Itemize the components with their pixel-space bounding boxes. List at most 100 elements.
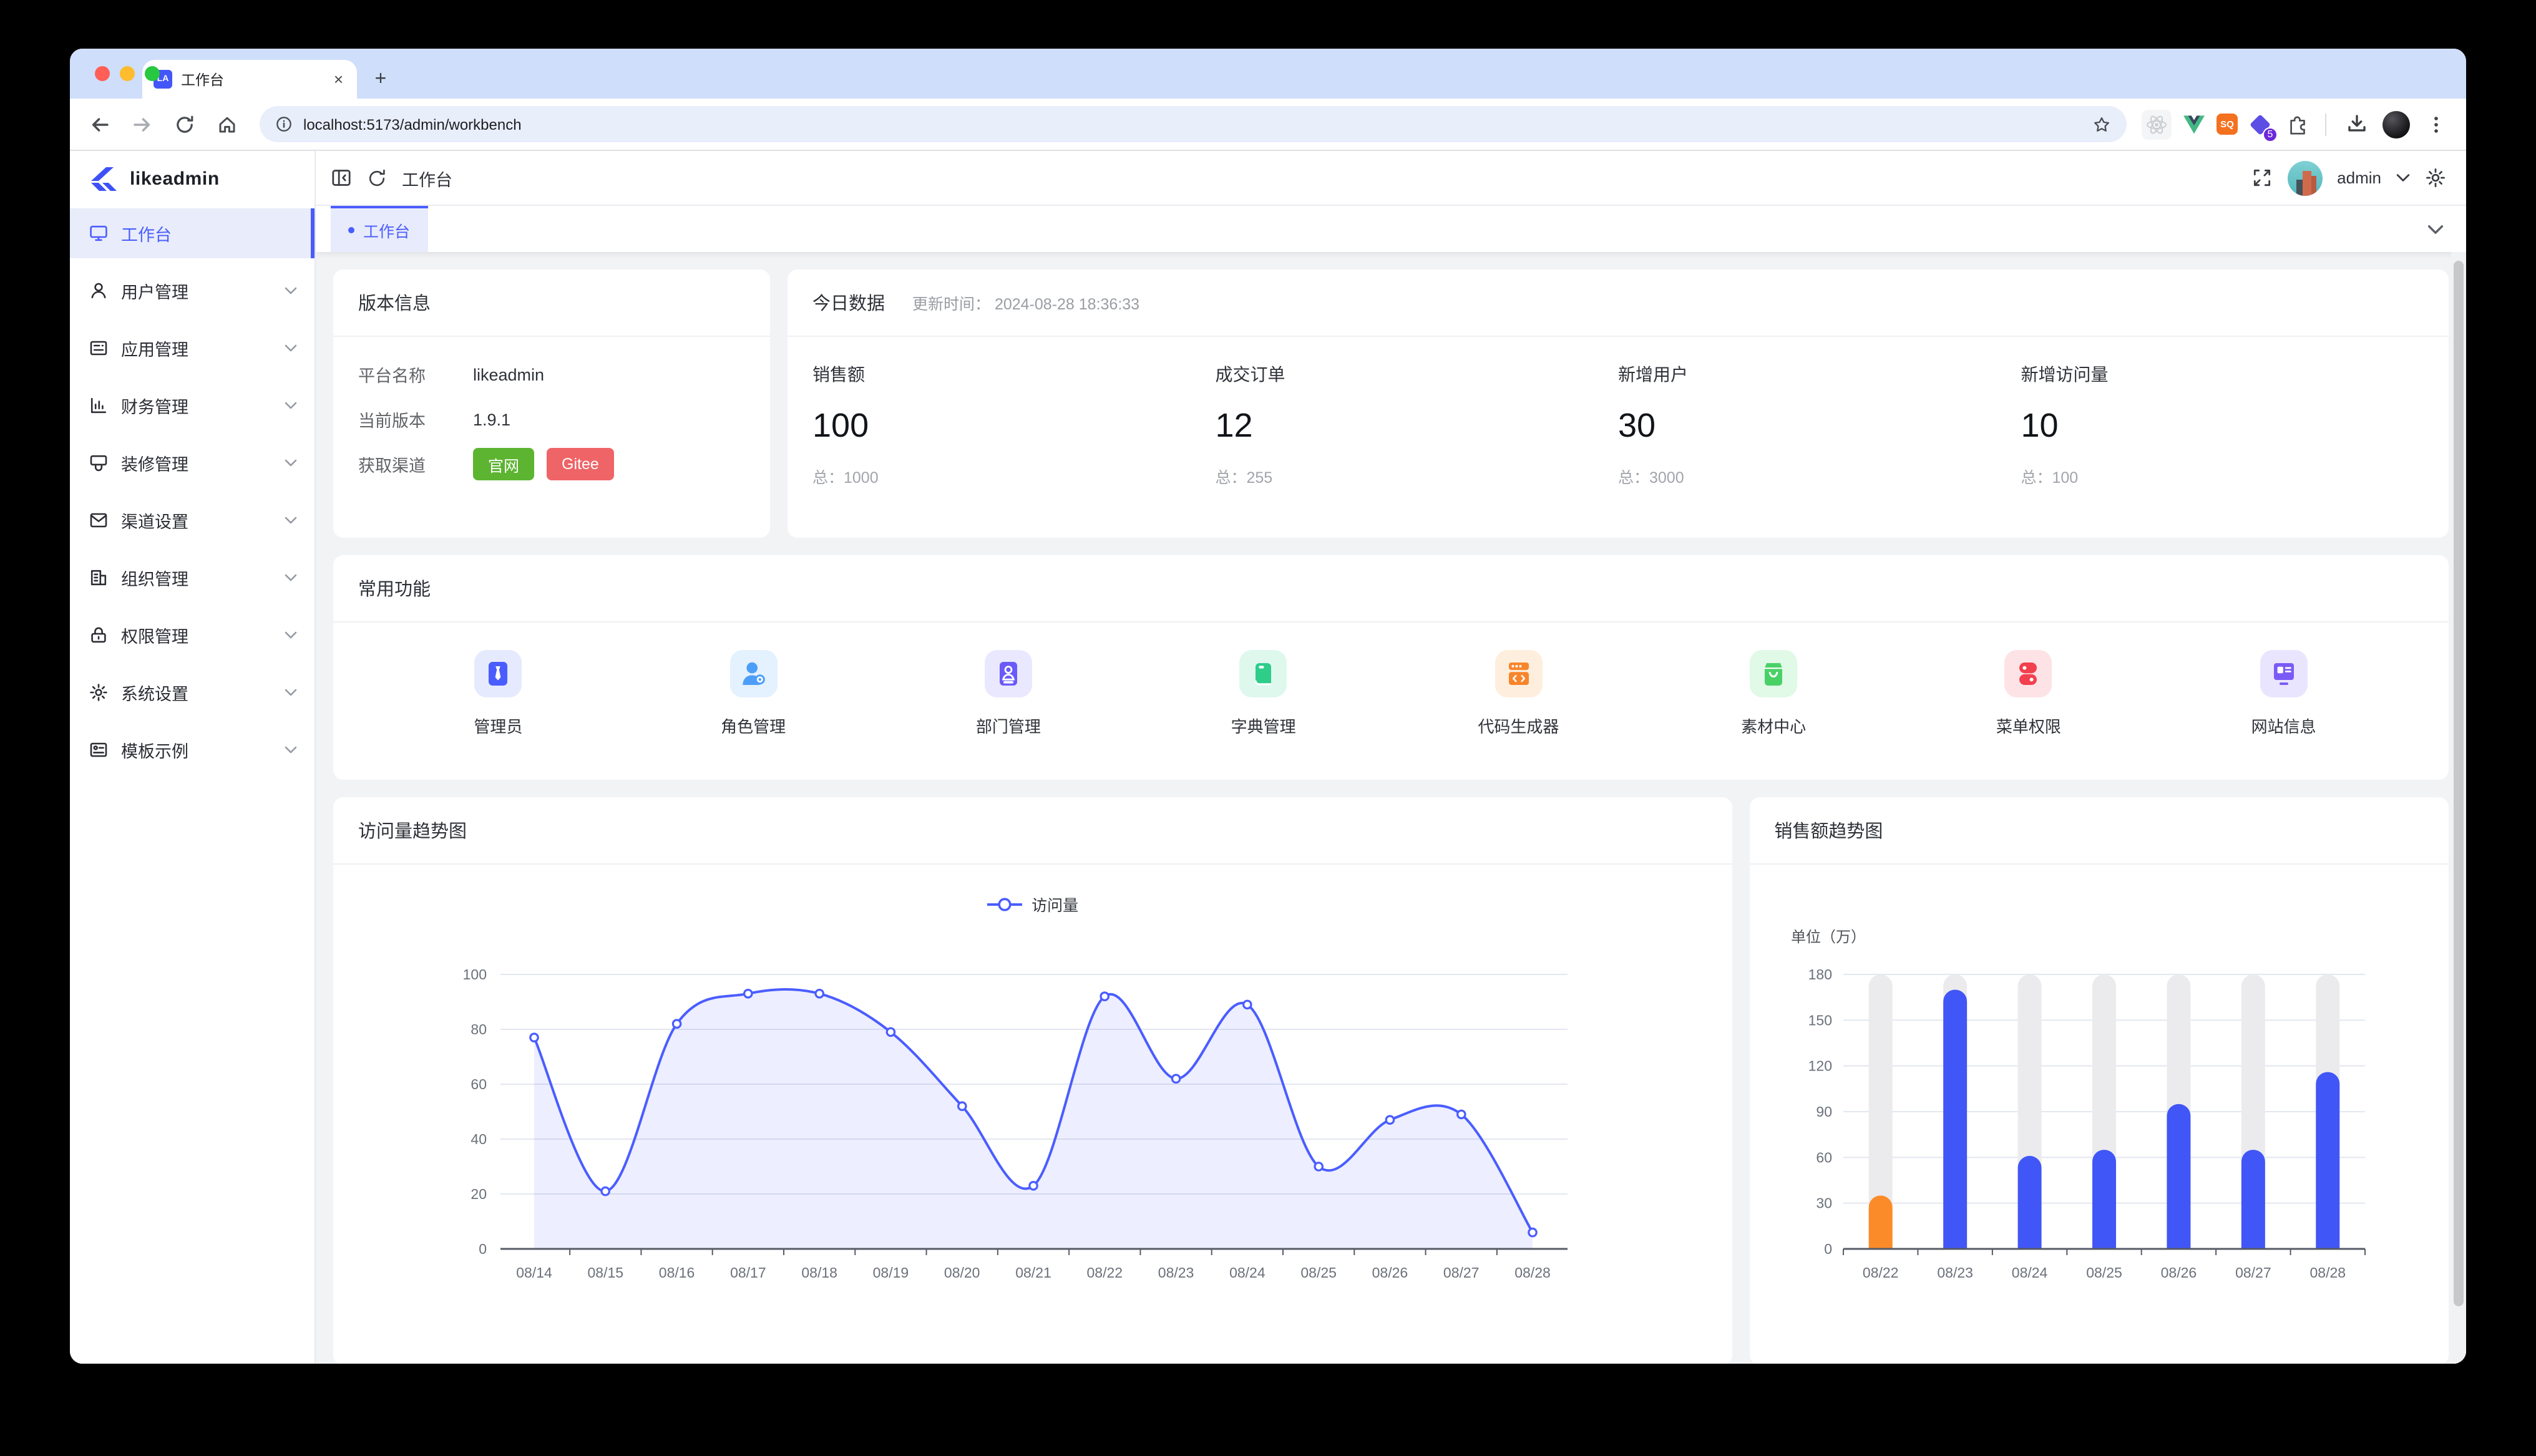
version-row-label: 当前版本 xyxy=(358,407,473,432)
svg-text:08/22: 08/22 xyxy=(1862,1264,1898,1281)
quick-item-部门管理[interactable]: 部门管理 xyxy=(881,650,1136,737)
page-scrollbar[interactable] xyxy=(2451,252,2466,1364)
svg-text:08/18: 08/18 xyxy=(801,1264,837,1281)
finance-chart-icon xyxy=(89,396,109,415)
quick-item-字典管理[interactable]: 字典管理 xyxy=(1136,650,1391,737)
brand-logo-row[interactable]: likeadmin xyxy=(70,151,315,206)
sidebar-item-工作台[interactable]: 工作台 xyxy=(70,208,315,258)
zoom-window-button[interactable] xyxy=(145,66,160,81)
sales-trend-card: 销售额趋势图 单位（万）030609012015018008/2208/2308… xyxy=(1749,797,2449,1364)
material-bag-icon xyxy=(1750,650,1797,697)
app-window-icon xyxy=(89,338,109,358)
sidebar: likeadmin 工作台用户管理应用管理财务管理装修管理渠道设置组织管理权限管… xyxy=(70,151,316,1364)
diamond-extension-icon[interactable]: 5 xyxy=(2245,109,2275,139)
quick-item-网站信息[interactable]: 网站信息 xyxy=(2156,650,2411,737)
profile-avatar[interactable] xyxy=(2381,109,2411,139)
minimize-window-button[interactable] xyxy=(120,66,135,81)
sq-extension-icon[interactable]: SQ xyxy=(2217,114,2238,135)
sidebar-item-label: 权限管理 xyxy=(121,623,285,648)
legend-marker-icon xyxy=(987,896,1022,911)
user-chevron-down-icon[interactable] xyxy=(2396,173,2410,182)
svg-text:08/26: 08/26 xyxy=(1372,1264,1408,1281)
tab-close-icon[interactable]: × xyxy=(331,71,346,87)
sidebar-item-模板示例[interactable]: 模板示例 xyxy=(70,725,315,775)
collapse-sidebar-icon[interactable] xyxy=(331,167,352,188)
svg-text:08/25: 08/25 xyxy=(2086,1264,2122,1281)
fullscreen-icon[interactable] xyxy=(2251,167,2272,188)
quick-item-角色管理[interactable]: 角色管理 xyxy=(626,650,881,737)
forward-icon[interactable] xyxy=(125,107,160,142)
quick-item-label: 网站信息 xyxy=(2251,714,2316,737)
vue-devtools-extension-icon[interactable] xyxy=(2179,109,2209,139)
tab-workbench[interactable]: 工作台 xyxy=(331,206,427,252)
react-devtools-extension-icon[interactable] xyxy=(2142,109,2172,139)
version-channel-row: 获取渠道官网 Gitee xyxy=(333,442,770,487)
user-icon xyxy=(89,281,109,301)
address-bar[interactable]: localhost:5173/admin/workbench xyxy=(260,106,2127,142)
sidebar-item-label: 应用管理 xyxy=(121,336,285,361)
username[interactable]: admin xyxy=(2337,168,2381,187)
quick-item-素材中心[interactable]: 素材中心 xyxy=(1646,650,1901,737)
site-info-icon[interactable] xyxy=(275,115,293,133)
sidebar-item-财务管理[interactable]: 财务管理 xyxy=(70,381,315,430)
role-user-icon xyxy=(729,650,777,697)
stat-label: 成交订单 xyxy=(1216,362,1619,387)
downloads-icon[interactable] xyxy=(2339,107,2374,142)
refresh-page-icon[interactable] xyxy=(367,168,387,188)
screen: LA 工作台 × + localhos xyxy=(0,0,2536,1456)
sidebar-item-系统设置[interactable]: 系统设置 xyxy=(70,667,315,717)
url-text[interactable]: localhost:5173/admin/workbench xyxy=(303,115,2092,133)
browser-menu-kebab-icon[interactable] xyxy=(2419,107,2454,142)
new-tab-button[interactable]: + xyxy=(364,64,397,96)
admin-app: likeadmin 工作台用户管理应用管理财务管理装修管理渠道设置组织管理权限管… xyxy=(70,151,2466,1364)
bookmark-star-icon[interactable] xyxy=(2092,114,2112,134)
sidebar-item-装修管理[interactable]: 装修管理 xyxy=(70,438,315,488)
scrollbar-thumb[interactable] xyxy=(2454,261,2464,1306)
version-row: 平台名称likeadmin xyxy=(333,352,770,397)
version-row-label: 获取渠道 xyxy=(358,452,473,477)
quick-item-菜单权限[interactable]: 菜单权限 xyxy=(1901,650,2157,737)
chevron-down-icon xyxy=(285,402,297,409)
sidebar-item-权限管理[interactable]: 权限管理 xyxy=(70,610,315,660)
quick-item-代码生成器[interactable]: 代码生成器 xyxy=(1391,650,1646,737)
quick-item-管理员[interactable]: 管理员 xyxy=(371,650,626,737)
sidebar-item-label: 模板示例 xyxy=(121,737,285,762)
user-avatar[interactable] xyxy=(2287,160,2322,195)
brand-name: likeadmin xyxy=(130,168,220,189)
profile-avatar-image xyxy=(2382,110,2410,138)
sidebar-item-label: 渠道设置 xyxy=(121,508,285,533)
extensions-puzzle-icon[interactable] xyxy=(2283,109,2313,139)
extension-badge: 5 xyxy=(2263,127,2278,142)
department-card-icon xyxy=(985,650,1032,697)
page-tabs-bar: 工作台 xyxy=(316,206,2466,252)
tab-title: 工作台 xyxy=(181,69,331,89)
svg-text:08/22: 08/22 xyxy=(1087,1264,1123,1281)
app-header: 工作台 admin xyxy=(316,151,2466,206)
sidebar-item-应用管理[interactable]: 应用管理 xyxy=(70,323,315,373)
dict-book-icon xyxy=(1240,650,1287,697)
quick-item-label: 角色管理 xyxy=(721,714,786,737)
reload-icon[interactable] xyxy=(167,107,202,142)
sidebar-menu: 工作台用户管理应用管理财务管理装修管理渠道设置组织管理权限管理系统设置模板示例 xyxy=(70,206,315,782)
close-window-button[interactable] xyxy=(95,66,110,81)
version-info-card: 版本信息 平台名称likeadmin当前版本1.9.1获取渠道官网Gitee xyxy=(333,269,770,538)
svg-text:08/24: 08/24 xyxy=(2011,1264,2047,1281)
stat-value: 30 xyxy=(1618,407,2021,445)
sidebar-item-label: 装修管理 xyxy=(121,450,285,475)
back-icon[interactable] xyxy=(82,107,117,142)
browser-tab[interactable]: LA 工作台 × xyxy=(142,60,357,99)
stat-成交订单: 成交订单12总：255 xyxy=(1216,362,1619,488)
tabs-chevron-down-icon[interactable] xyxy=(2427,224,2444,234)
sidebar-item-渠道设置[interactable]: 渠道设置 xyxy=(70,495,315,545)
sidebar-item-用户管理[interactable]: 用户管理 xyxy=(70,266,315,316)
home-icon[interactable] xyxy=(210,107,245,142)
sidebar-item-组织管理[interactable]: 组织管理 xyxy=(70,553,315,603)
chevron-down-icon xyxy=(285,287,297,294)
channel-button-官网[interactable]: 官网 xyxy=(473,448,534,480)
line-chart-legend[interactable]: 访问量 xyxy=(333,892,1732,916)
settings-gear-icon[interactable] xyxy=(2425,167,2446,188)
active-tab-dot xyxy=(348,227,354,233)
channel-button-Gitee[interactable]: Gitee xyxy=(547,448,614,480)
svg-text:60: 60 xyxy=(1816,1149,1832,1165)
svg-text:08/23: 08/23 xyxy=(1937,1264,1973,1281)
